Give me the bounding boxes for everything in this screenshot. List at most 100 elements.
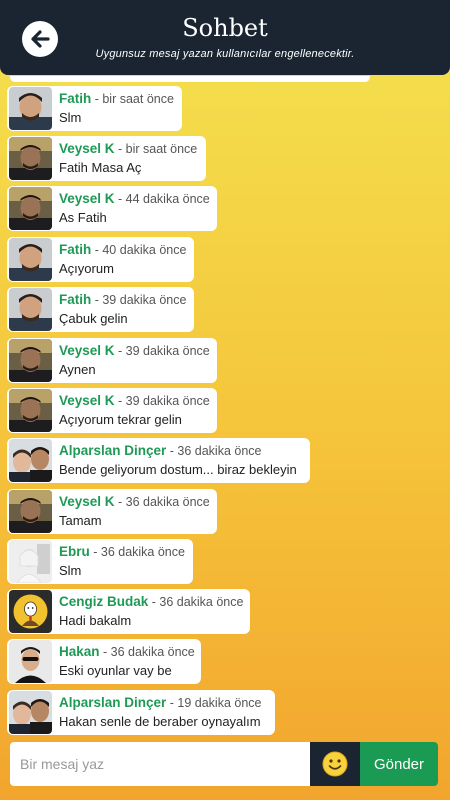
meta-separator: - [114,495,126,509]
send-button[interactable]: Gönder [360,742,438,786]
message-body: Veysel K - 39 dakika önce Aynen [59,342,210,379]
avatar[interactable] [9,238,52,281]
message-text: Hakan senle de beraber oynayalım [59,714,261,729]
message-text: Açıyorum [59,261,114,276]
meta-separator: - [166,696,178,710]
message-time: 19 dakika önce [177,696,262,710]
meta-separator: - [114,344,126,358]
message-time: bir saat önce [125,142,198,156]
app-header: Sohbet Uygunsuz mesaj yazan kullanıcılar… [0,0,450,75]
message-text: Çabuk gelin [59,311,128,326]
message-body: Alparslan Dinçer - 36 dakika önce Bende g… [59,442,297,479]
page-title: Sohbet [182,14,268,42]
message-body: Hakan - 36 dakika önce Eski oyunlar vay b… [59,643,195,680]
sender-name[interactable]: Alparslan Dinçer [59,695,166,710]
avatar[interactable] [9,490,52,533]
message-time: 36 dakika önce [100,545,185,559]
avatar[interactable] [9,640,52,683]
sender-name[interactable]: Veysel K [59,393,115,408]
sender-name[interactable]: Veysel K [59,494,115,509]
avatar[interactable] [9,691,52,734]
page-subtitle: Uygunsuz mesaj yazan kullanıcılar engell… [95,48,355,60]
message-meta: Cengiz Budak - 36 dakika önce [59,593,243,611]
sender-name[interactable]: Fatih [59,91,91,106]
message-body: Fatih - bir saat önce Slm [59,90,174,127]
avatar[interactable] [9,87,52,130]
message-item: Fatih - 39 dakika önce Çabuk gelin [7,287,194,332]
avatar[interactable] [9,540,52,583]
message-text: Eski oyunlar vay be [59,663,172,678]
avatar[interactable] [9,439,52,482]
avatar[interactable] [9,187,52,230]
meta-separator: - [91,243,103,257]
message-text: As Fatih [59,210,107,225]
previous-message-edge [10,76,370,82]
message-time: 39 dakika önce [125,344,210,358]
meta-separator: - [114,142,126,156]
message-body: Fatih - 40 dakika önce Açıyorum [59,241,186,278]
message-item: Fatih - bir saat önce Slm [7,86,182,131]
message-meta: Hakan - 36 dakika önce [59,643,195,661]
message-text: Aynen [59,362,96,377]
message-time: 36 dakika önce [177,444,262,458]
sender-name[interactable]: Veysel K [59,343,115,358]
sender-name[interactable]: Hakan [59,644,100,659]
message-body: Alparslan Dinçer - 19 dakika önce Hakan s… [59,694,262,731]
message-composer: Gönder [10,742,438,786]
message-time: 36 dakika önce [159,595,244,609]
avatar[interactable] [9,389,52,432]
sender-name[interactable]: Fatih [59,242,91,257]
message-input[interactable] [10,742,310,786]
message-item: Hakan - 36 dakika önce Eski oyunlar vay b… [7,639,201,684]
message-item: Veysel K - bir saat önce Fatih Masa Aç [7,136,206,181]
meta-separator: - [89,545,101,559]
message-time: 40 dakika önce [102,243,187,257]
message-time: 44 dakika önce [125,192,210,206]
emoji-button[interactable] [310,742,360,786]
meta-separator: - [91,92,103,106]
message-time: 39 dakika önce [102,293,187,307]
message-body: Cengiz Budak - 36 dakika önce Hadi bakalm [59,593,243,630]
avatar[interactable] [9,590,52,633]
message-text: Bende geliyorum dostum... biraz bekleyin [59,462,297,477]
avatar[interactable] [9,137,52,180]
message-meta: Alparslan Dinçer - 19 dakika önce [59,694,262,712]
message-meta: Veysel K - 39 dakika önce [59,342,210,360]
message-text: Slm [59,563,82,578]
message-meta: Veysel K - 39 dakika önce [59,392,210,410]
sender-name[interactable]: Cengiz Budak [59,594,148,609]
message-meta: Veysel K - 44 dakika önce [59,190,210,208]
meta-separator: - [166,444,178,458]
message-time: 39 dakika önce [125,394,210,408]
message-text: Tamam [59,513,102,528]
message-item: Alparslan Dinçer - 19 dakika önce Hakan s… [7,690,275,735]
avatar[interactable] [9,339,52,382]
message-body: Fatih - 39 dakika önce Çabuk gelin [59,291,186,328]
message-item: Fatih - 40 dakika önce Açıyorum [7,237,194,282]
message-item: Veysel K - 36 dakika önce Tamam [7,489,217,534]
message-body: Veysel K - bir saat önce Fatih Masa Aç [59,140,197,177]
sender-name[interactable]: Veysel K [59,191,115,206]
message-time: 36 dakika önce [110,645,195,659]
message-item: Cengiz Budak - 36 dakika önce Hadi bakalm [7,589,250,634]
message-time: 36 dakika önce [125,495,210,509]
message-meta: Veysel K - 36 dakika önce [59,493,210,511]
sender-name[interactable]: Alparslan Dinçer [59,443,166,458]
sender-name[interactable]: Fatih [59,292,91,307]
sender-name[interactable]: Ebru [59,544,90,559]
message-text: Hadi bakalm [59,613,132,628]
smiley-icon [322,751,348,777]
message-body: Veysel K - 36 dakika önce Tamam [59,493,210,530]
meta-separator: - [91,293,103,307]
message-text: Slm [59,110,82,125]
message-meta: Fatih - bir saat önce [59,90,174,108]
message-item: Veysel K - 39 dakika önce Açıyorum tekrar… [7,388,217,433]
meta-separator: - [99,645,111,659]
message-meta: Fatih - 40 dakika önce [59,241,186,259]
message-meta: Alparslan Dinçer - 36 dakika önce [59,442,297,460]
message-meta: Fatih - 39 dakika önce [59,291,186,309]
meta-separator: - [114,192,126,206]
avatar[interactable] [9,288,52,331]
message-body: Veysel K - 39 dakika önce Açıyorum tekrar… [59,392,210,429]
sender-name[interactable]: Veysel K [59,141,115,156]
